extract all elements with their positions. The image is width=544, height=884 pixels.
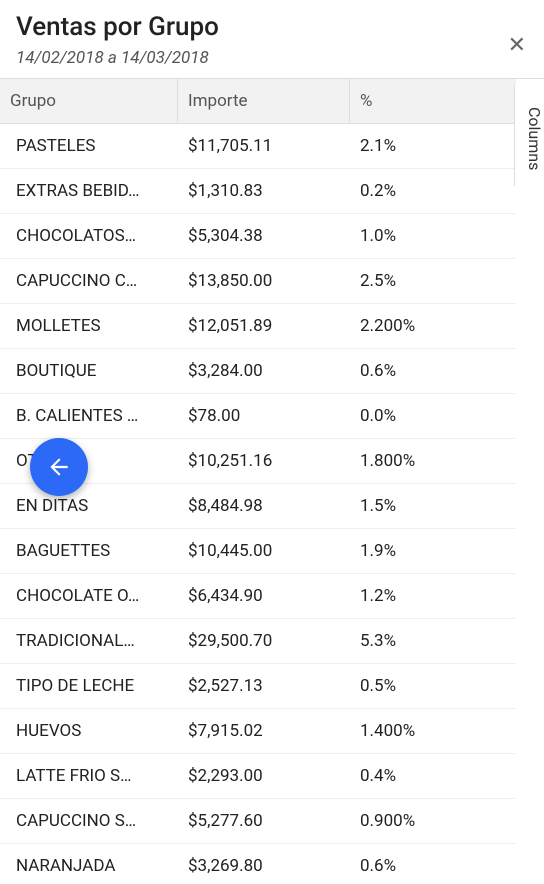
cell-pct: 1.0% — [350, 214, 516, 258]
column-header-grupo[interactable]: Grupo — [0, 79, 178, 123]
cell-importe: $13,850.00 — [178, 259, 350, 303]
cell-grupo: NARANJADA — [0, 844, 178, 884]
cell-importe: $2,293.00 — [178, 754, 350, 798]
cell-pct: 5.3% — [350, 619, 516, 663]
table-body[interactable]: PASTELES$11,705.112.1%EXTRAS BEBID…$1,31… — [0, 124, 516, 884]
cell-pct: 2.5% — [350, 259, 516, 303]
cell-pct: 1.800% — [350, 439, 516, 483]
table-row[interactable]: TIPO DE LECHE$2,527.130.5% — [0, 664, 516, 709]
table-row[interactable]: TRADICIONAL…$29,500.705.3% — [0, 619, 516, 664]
cell-grupo: CHOCOLATE O… — [0, 574, 178, 618]
close-button[interactable]: ✕ — [504, 28, 530, 62]
cell-importe: $8,484.98 — [178, 484, 350, 528]
cell-importe: $10,445.00 — [178, 529, 350, 573]
cell-grupo: CAPUCCINO C… — [0, 259, 178, 303]
cell-grupo: HUEVOS — [0, 709, 178, 753]
cell-importe: $3,284.00 — [178, 349, 350, 393]
cell-importe: $7,915.02 — [178, 709, 350, 753]
date-range: 14/02/2018 a 14/03/2018 — [16, 48, 528, 68]
table-row[interactable]: HUEVOS$7,915.021.400% — [0, 709, 516, 754]
cell-importe: $5,304.38 — [178, 214, 350, 258]
cell-importe: $2,527.13 — [178, 664, 350, 708]
cell-importe: $6,434.90 — [178, 574, 350, 618]
table-row[interactable]: CAPUCCINO S…$5,277.600.900% — [0, 799, 516, 844]
cell-importe: $29,500.70 — [178, 619, 350, 663]
column-header-pct[interactable]: % — [350, 79, 516, 123]
columns-panel-toggle[interactable]: Columns — [514, 86, 544, 186]
cell-pct: 0.6% — [350, 844, 516, 884]
cell-grupo: CAPUCCINO S… — [0, 799, 178, 843]
page-title: Ventas por Grupo — [16, 12, 528, 42]
cell-grupo: LATTE FRIO S… — [0, 754, 178, 798]
cell-pct: 1.9% — [350, 529, 516, 573]
cell-grupo: MOLLETES — [0, 304, 178, 348]
cell-importe: $78.00 — [178, 394, 350, 438]
cell-importe: $3,269.80 — [178, 844, 350, 884]
cell-importe: $11,705.11 — [178, 124, 350, 168]
cell-grupo: EN DITAS — [0, 484, 178, 528]
cell-grupo: BOUTIQUE — [0, 349, 178, 393]
cell-importe: $12,051.89 — [178, 304, 350, 348]
cell-pct: 2.1% — [350, 124, 516, 168]
close-icon: ✕ — [508, 32, 526, 57]
table-header-row: Grupo Importe % — [0, 79, 516, 124]
table-row[interactable]: EXTRAS BEBID…$1,310.830.2% — [0, 169, 516, 214]
cell-pct: 1.5% — [350, 484, 516, 528]
cell-grupo: TRADICIONAL… — [0, 619, 178, 663]
cell-importe: $5,277.60 — [178, 799, 350, 843]
cell-pct: 0.5% — [350, 664, 516, 708]
cell-grupo: BAGUETTES — [0, 529, 178, 573]
cell-grupo: EXTRAS BEBID… — [0, 169, 178, 213]
table-row[interactable]: NARANJADA$3,269.800.6% — [0, 844, 516, 884]
arrow-left-icon — [46, 454, 72, 480]
cell-pct: 0.900% — [350, 799, 516, 843]
cell-pct: 1.400% — [350, 709, 516, 753]
table-row[interactable]: MOLLETES$12,051.892.200% — [0, 304, 516, 349]
cell-pct: 2.200% — [350, 304, 516, 348]
column-header-importe[interactable]: Importe — [178, 79, 350, 123]
cell-pct: 0.0% — [350, 394, 516, 438]
table-row[interactable]: EN DITAS$8,484.981.5% — [0, 484, 516, 529]
cell-grupo: B. CALIENTES … — [0, 394, 178, 438]
cell-grupo: CHOCOLATOS… — [0, 214, 178, 258]
table-row[interactable]: B. CALIENTES …$78.000.0% — [0, 394, 516, 439]
table-row[interactable]: CHOCOLATE O…$6,434.901.2% — [0, 574, 516, 619]
cell-pct: 1.2% — [350, 574, 516, 618]
cell-pct: 0.6% — [350, 349, 516, 393]
cell-pct: 0.4% — [350, 754, 516, 798]
cell-grupo: TIPO DE LECHE — [0, 664, 178, 708]
table-row[interactable]: CHOCOLATOS…$5,304.381.0% — [0, 214, 516, 259]
table-row[interactable]: CAPUCCINO C…$13,850.002.5% — [0, 259, 516, 304]
cell-importe: $10,251.16 — [178, 439, 350, 483]
cell-grupo: OT — [0, 439, 178, 483]
cell-importe: $1,310.83 — [178, 169, 350, 213]
table-row[interactable]: LATTE FRIO S…$2,293.000.4% — [0, 754, 516, 799]
table-row[interactable]: PASTELES$11,705.112.1% — [0, 124, 516, 169]
back-button[interactable] — [30, 438, 88, 496]
cell-grupo: PASTELES — [0, 124, 178, 168]
report-header: Ventas por Grupo 14/02/2018 a 14/03/2018… — [0, 0, 544, 79]
table-row[interactable]: BOUTIQUE$3,284.000.6% — [0, 349, 516, 394]
cell-pct: 0.2% — [350, 169, 516, 213]
table-row[interactable]: BAGUETTES$10,445.001.9% — [0, 529, 516, 574]
